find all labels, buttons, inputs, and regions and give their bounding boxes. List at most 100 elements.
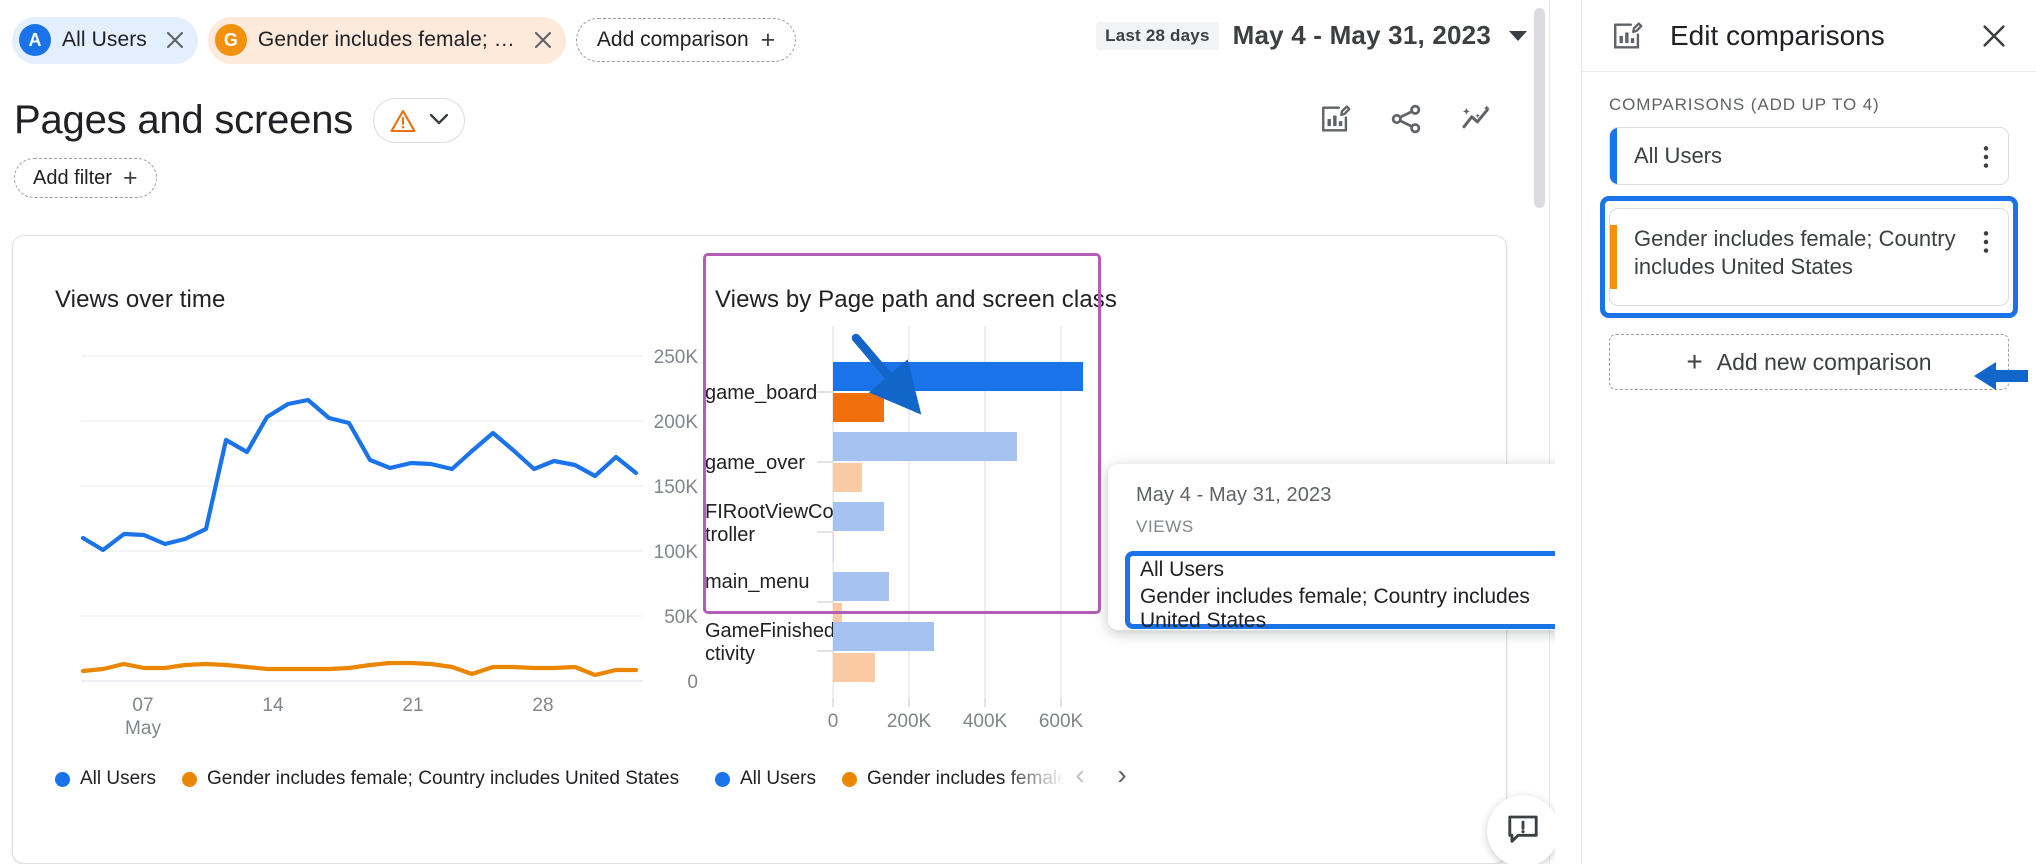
warning-triangle-icon (390, 109, 416, 133)
bar-all-users-gamefinishedactivity (833, 622, 934, 651)
y-axis-tick-labels: 250K 200K 150K 100K 50K 0 (654, 347, 699, 693)
legend-label: Gender includes female; Country includes… (207, 768, 680, 789)
close-icon[interactable] (158, 23, 192, 57)
comparison-label: All Users (1634, 142, 1723, 168)
svg-text:28: 28 (532, 695, 553, 716)
panel-divider (1549, 0, 1550, 864)
edit-comparisons-icon (1608, 16, 1648, 56)
svg-text:200K: 200K (887, 711, 932, 732)
svg-text:0: 0 (687, 672, 698, 693)
line-series-gender-country (80, 660, 639, 678)
comparisons-section-label: COMPARISONS (ADD UP TO 4) (1609, 95, 1880, 114)
plus-icon: + (122, 163, 138, 192)
svg-text:game_over: game_over (705, 452, 805, 474)
add-new-comparison-label: Add new comparison (1716, 348, 1932, 375)
bar-gender-country-game_board (833, 393, 884, 422)
panel-header: Edit comparisons (1582, 0, 2036, 72)
svg-text:14: 14 (262, 695, 284, 716)
insights-icon[interactable] (1455, 98, 1497, 140)
kebab-menu-icon[interactable] (1964, 225, 2008, 257)
tooltip-row: All Users 657,077 (1140, 558, 1555, 583)
legend-color-dot (842, 771, 858, 787)
svg-text:ctivity: ctivity (705, 643, 755, 665)
bar-chart-title: Views by Page path and screen class (715, 286, 1117, 313)
report-actions (1315, 98, 1497, 140)
legend-item-all-users[interactable]: All Users (715, 768, 816, 790)
date-range-selector[interactable]: Last 28 days May 4 - May 31, 2023 (1096, 20, 1527, 51)
comparison-chip-gender-country[interactable]: G Gender includes female; … (207, 16, 566, 64)
tooltip-series-name: Gender includes female; Country includes… (1140, 585, 1530, 632)
tooltip-value-rows: All Users 657,077 Gender includes female… (1140, 558, 1555, 632)
svg-text:FIRootViewCon: FIRootViewCon (705, 501, 845, 523)
svg-text:main_menu: main_menu (705, 571, 810, 593)
svg-text:GameFinishedA: GameFinishedA (705, 620, 849, 642)
y-gridlines (81, 355, 643, 682)
bar-category-labels: game_board game_over FIRootViewCon troll… (705, 382, 849, 665)
chevron-right-icon[interactable]: › (1103, 756, 1141, 794)
tooltip-date-range: May 4 - May 31, 2023 (1136, 484, 1332, 506)
plus-icon: + (760, 25, 776, 54)
add-comparison-label: Add comparison (596, 28, 749, 51)
chip-label: All Users (62, 28, 147, 51)
add-filter-button[interactable]: Add filter + (14, 158, 157, 198)
legend-item-gender-country[interactable]: Gender includes female; Country includes… (842, 768, 1095, 790)
vertical-scrollbar[interactable] (1534, 8, 1545, 208)
comparison-accent-bar (1610, 225, 1617, 289)
comparison-card-all-users[interactable]: All Users (1609, 127, 2009, 185)
page-title: Pages and screens (14, 98, 354, 142)
svg-text:0: 0 (828, 711, 839, 732)
edit-comparisons-icon[interactable] (1315, 98, 1357, 140)
comparison-card-gender-country[interactable]: Gender includes female; Country includes… (1609, 208, 2009, 306)
tooltip-row: Gender includes female; Country includes… (1140, 585, 1555, 632)
date-range-label: May 4 - May 31, 2023 (1232, 20, 1491, 50)
bar-chart-pagination: ‹ › (1061, 756, 1141, 794)
analytics-report-screen: A All Users G Gender includes female; … … (0, 0, 2036, 864)
svg-text:May: May (125, 718, 161, 739)
x-axis-tick-labels: 07 May 14 21 28 (125, 695, 554, 739)
main-content-area: A All Users G Gender includes female; … … (0, 0, 1555, 864)
svg-text:600K: 600K (1039, 711, 1084, 732)
svg-text:100K: 100K (654, 542, 699, 563)
comparison-accent-bar (1610, 128, 1617, 184)
bar-chart-legend: All Users Gender includes female; Countr… (715, 768, 1095, 790)
bar-x-axis-ticks: 0 200K 400K 600K (828, 698, 1084, 732)
svg-text:troller: troller (705, 524, 755, 546)
bar-gender-country-gamefinishedactivity (833, 653, 875, 682)
chevron-left-icon[interactable]: ‹ (1061, 756, 1099, 794)
add-new-comparison-button[interactable]: + Add new comparison (1609, 334, 2009, 390)
legend-color-dot (55, 771, 70, 787)
chip-avatar-badge: G (214, 24, 247, 56)
kebab-menu-icon[interactable] (1964, 140, 2008, 172)
data-warning-button[interactable] (373, 98, 466, 143)
date-preset-badge: Last 28 days (1096, 21, 1219, 50)
svg-text:400K: 400K (963, 711, 1008, 732)
svg-text:07: 07 (132, 695, 153, 716)
chevron-down-icon (1509, 30, 1527, 41)
bar-gender-country-firootviewcontroller (833, 533, 834, 562)
legend-color-dot (715, 771, 730, 787)
add-comparison-button[interactable]: Add comparison + (575, 18, 797, 62)
bar-all-users-main_menu (833, 572, 889, 601)
plus-icon: + (1686, 346, 1703, 377)
close-icon[interactable] (526, 23, 560, 57)
bar-gender-country-game_over (833, 463, 862, 492)
line-chart[interactable]: 250K 200K 150K 100K 50K 0 07 May 14 21 2… (43, 326, 743, 746)
svg-text:150K: 150K (654, 477, 699, 498)
views-over-time-panel: Views over time 250K 200K 150K 100K 50K … (43, 236, 743, 863)
legend-color-dot (182, 771, 198, 787)
close-icon[interactable] (1974, 16, 2014, 56)
tooltip-metric-label: VIEWS (1136, 517, 1194, 536)
svg-text:50K: 50K (664, 607, 698, 628)
legend-label: All Users (80, 768, 157, 789)
svg-text:21: 21 (402, 695, 423, 716)
legend-item-gender-country[interactable]: Gender includes female; Country includes… (182, 768, 679, 790)
comparison-chip-all-users[interactable]: A All Users (12, 16, 198, 64)
legend-item-all-users[interactable]: All Users (55, 768, 156, 790)
bar-all-users-game_over (833, 432, 1017, 461)
bar-all-users-game_board (833, 362, 1083, 391)
panel-title: Edit comparisons (1670, 19, 1885, 51)
feedback-icon (1505, 811, 1541, 852)
add-filter-label: Add filter (33, 166, 112, 189)
feedback-button[interactable] (1487, 795, 1555, 864)
share-icon[interactable] (1385, 98, 1427, 140)
